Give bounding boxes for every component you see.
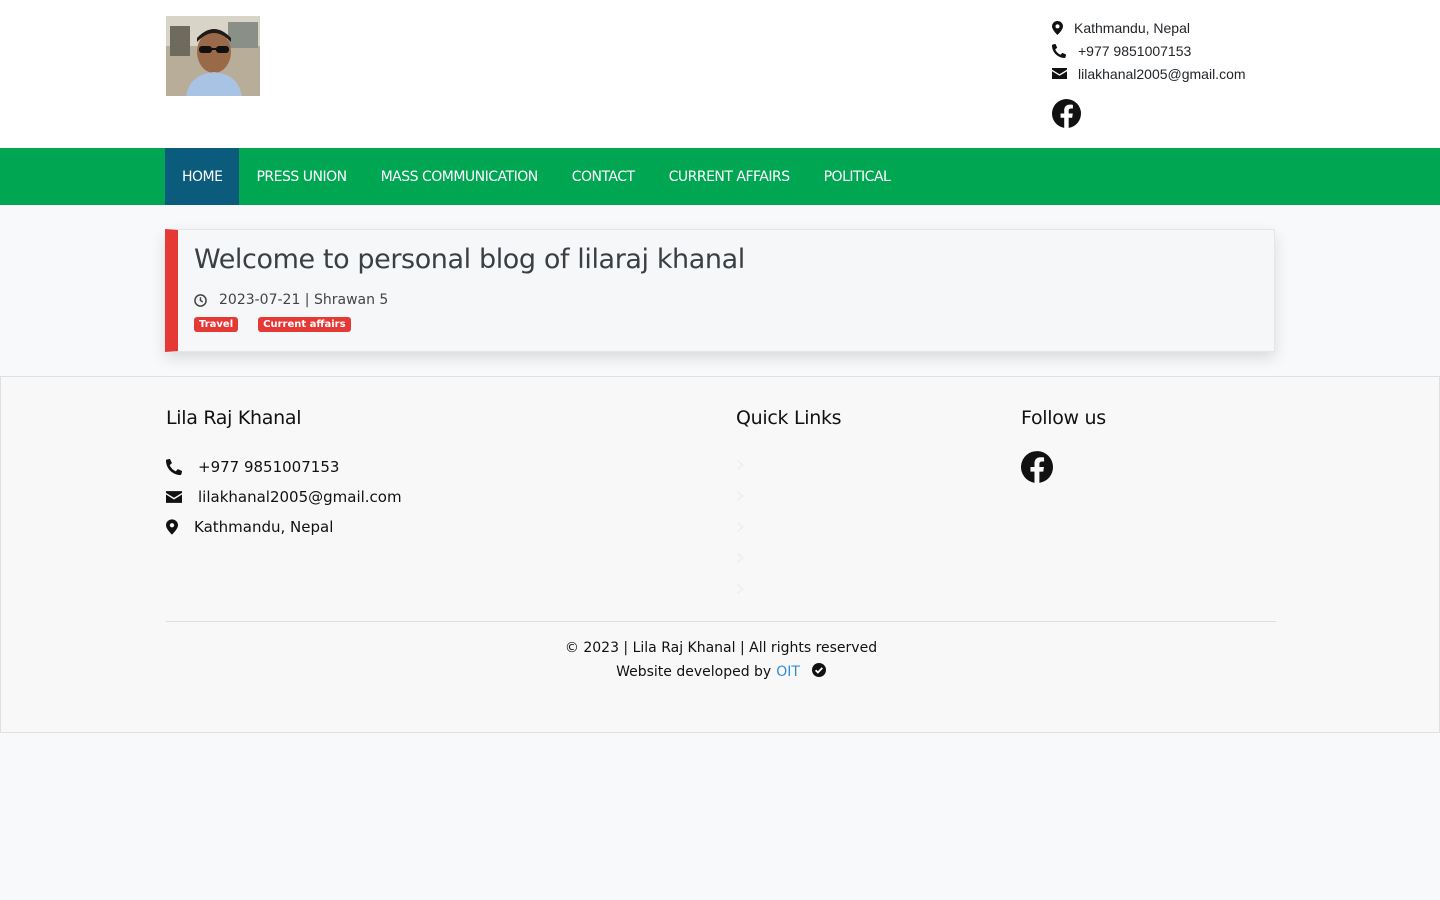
developer-link[interactable]: OIT <box>776 664 800 680</box>
quick-link-portfolio[interactable]: Portfolio <box>736 542 834 573</box>
quick-link-label: Contact us <box>754 579 835 598</box>
phone-icon <box>1052 43 1078 58</box>
quick-link-label: Portfolio <box>754 548 816 567</box>
tag-badge[interactable]: Travel <box>194 317 239 332</box>
footer-about-title: Lila Raj Khanal <box>166 407 302 429</box>
quick-link-home[interactable]: Home <box>736 449 834 480</box>
top-header: Kathmandu, Nepal +977 9851007153 lilakha… <box>0 0 1440 148</box>
site-footer: Lila Raj Khanal +977 9851007153 lilakhan… <box>0 376 1440 733</box>
nav-item-contact[interactable]: CONTACT <box>555 148 652 205</box>
header-email-text: lilakhanal2005@gmail.com <box>1078 65 1246 82</box>
footer-divider <box>166 621 1276 622</box>
map-marker-icon <box>166 519 194 535</box>
post-card: Welcome to personal blog of lilaraj khan… <box>165 229 1275 352</box>
quick-link-about[interactable]: About us <box>736 480 834 511</box>
footer-location: Kathmandu, Nepal <box>166 512 402 542</box>
phone-icon <box>166 459 198 475</box>
quick-link-contact[interactable]: Contact us <box>736 573 834 604</box>
envelope-icon <box>166 491 198 503</box>
quick-link-label: About us <box>754 486 821 505</box>
header-facebook-icon[interactable] <box>1052 99 1246 131</box>
footer-email[interactable]: lilakhanal2005@gmail.com <box>166 482 402 512</box>
nav-item-home[interactable]: HOME <box>165 148 240 205</box>
developed-by-text: Website developed by <box>616 664 772 680</box>
check-circle-icon <box>811 663 826 681</box>
clock-icon <box>194 293 207 307</box>
header-phone[interactable]: +977 9851007153 <box>1052 39 1246 62</box>
post-tags: Travel Current affairs <box>194 317 371 332</box>
follow-us-title: Follow us <box>1021 407 1106 429</box>
copyright-text: © 2023 | Lila Raj Khanal | All rights re… <box>564 640 878 656</box>
footer-phone[interactable]: +977 9851007153 <box>166 452 402 482</box>
nav-menu: HOME PRESS UNION MASS COMMUNICATION CONT… <box>165 148 907 205</box>
header-phone-text: +977 9851007153 <box>1078 42 1192 59</box>
tag-badge[interactable]: Current affairs <box>258 317 351 332</box>
envelope-icon <box>1052 68 1078 79</box>
footer-location-text: Kathmandu, Nepal <box>194 518 334 536</box>
quick-link-label: Home <box>754 455 799 474</box>
footer-contact-list: +977 9851007153 lilakhanal2005@gmail.com… <box>166 452 402 542</box>
quick-links-list: Home About us Services Portfolio Contact… <box>736 449 834 604</box>
header-email[interactable]: lilakhanal2005@gmail.com <box>1052 62 1246 85</box>
nav-item-mass-communication[interactable]: MASS COMMUNICATION <box>364 148 555 205</box>
nav-item-current-affairs[interactable]: CURRENT AFFAIRS <box>652 148 807 205</box>
map-marker-icon <box>1052 20 1074 35</box>
footer-phone-text: +977 9851007153 <box>198 458 340 476</box>
chevron-right-icon <box>736 583 754 594</box>
post-date: 2023-07-21 | Shrawan 5 <box>219 292 389 308</box>
header-location-text: Kathmandu, Nepal <box>1074 19 1190 36</box>
nav-item-political[interactable]: POLITICAL <box>807 148 908 205</box>
quick-links-title: Quick Links <box>736 407 842 429</box>
chevron-right-icon <box>736 552 754 563</box>
chevron-right-icon <box>736 459 754 470</box>
header-contact: Kathmandu, Nepal +977 9851007153 lilakha… <box>1052 16 1246 131</box>
profile-photo[interactable] <box>166 16 260 96</box>
footer-email-text: lilakhanal2005@gmail.com <box>198 488 402 506</box>
post-meta: 2023-07-21 | Shrawan 5 <box>194 292 388 308</box>
nav-item-press-union[interactable]: PRESS UNION <box>239 148 363 205</box>
footer-facebook-icon[interactable] <box>1021 451 1054 487</box>
post-title[interactable]: Welcome to personal blog of lilaraj khan… <box>194 244 745 275</box>
chevron-right-icon <box>736 490 754 501</box>
developer-credit: Website developed by OIT <box>1 663 1440 681</box>
quick-link-label: Services <box>754 517 818 536</box>
chevron-right-icon <box>736 521 754 532</box>
header-location: Kathmandu, Nepal <box>1052 16 1246 39</box>
main-navbar: HOME PRESS UNION MASS COMMUNICATION CONT… <box>0 148 1440 205</box>
quick-link-services[interactable]: Services <box>736 511 834 542</box>
